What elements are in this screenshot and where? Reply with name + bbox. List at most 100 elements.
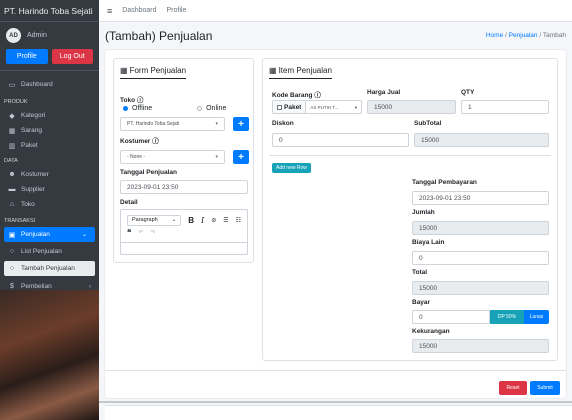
jumlah-label: Jumlah — [412, 209, 435, 216]
paragraph-label: Paragraph — [132, 217, 158, 223]
kode-barang-group: Paket AS PUTIH T... ▾ — [272, 100, 362, 114]
paket-checkbox[interactable]: Paket — [273, 101, 307, 113]
brand-title[interactable]: PT. Harindo Toba Sejati — [0, 0, 99, 22]
radio-dot — [123, 106, 128, 111]
add-kostumer-button[interactable]: + — [233, 150, 249, 164]
toko-radio-group: Offline Online — [123, 105, 226, 112]
row-divider — [269, 155, 551, 156]
dp-50-button[interactable]: DP 50% — [490, 310, 524, 324]
editor-content-area[interactable] — [121, 243, 247, 261]
biaya-lain-input[interactable]: 0 — [412, 251, 549, 265]
add-new-row-button[interactable]: Add new Row — [272, 163, 311, 173]
help-icon: ⓘ — [314, 92, 321, 99]
toko-label: Toko ⓘ — [120, 94, 143, 104]
bayar-input[interactable]: 0 — [412, 310, 490, 324]
sidebar-item-tambah-penjualan[interactable]: ○ Tambah Penjualan — [4, 261, 95, 276]
kekurangan-input[interactable]: 15000 — [412, 339, 549, 353]
kostumer-select[interactable]: - None - ▾ — [120, 150, 225, 164]
italic-icon[interactable]: I — [201, 216, 204, 225]
sidebar-item-supplier[interactable]: ▬ Supplier — [0, 182, 99, 197]
sidebar-item-label: Supplier — [21, 186, 45, 193]
kode-barang-select[interactable]: AS PUTIH T... ▾ — [306, 105, 361, 110]
tanggal-penjualan-input[interactable]: 2023-09-01 23:50 — [120, 180, 248, 194]
sidebar-item-label: Dashboard — [21, 81, 53, 88]
profile-button[interactable]: Profile — [6, 49, 48, 64]
card-footer-divider — [105, 370, 566, 371]
sidebar-item-list-penjualan[interactable]: ○ List Penjualan — [0, 244, 99, 259]
qty-input[interactable]: 1 — [461, 100, 549, 114]
chevron-down-icon: ⌄ — [81, 232, 87, 238]
breadcrumb-home[interactable]: Home — [486, 32, 503, 39]
sidebar: PT. Harindo Toba Sejati AD Admin Profile… — [0, 0, 99, 420]
tanggal-pembayaran-label: Tanggal Pembayaran — [412, 179, 477, 186]
table-icon: ▦ — [269, 66, 277, 75]
sidebar-item-label: List Penjualan — [21, 248, 62, 255]
toolbar-row: Paragraph ⌄ B I ⊘ ☰ ☷ — [127, 214, 241, 226]
sidebar-item-kostumer[interactable]: ☻ Kostumer — [0, 167, 99, 182]
undo-icon[interactable]: ↶ — [138, 229, 143, 236]
subtotal-input[interactable]: 15000 — [414, 133, 549, 147]
users-icon: ☻ — [8, 171, 16, 178]
harga-jual-input[interactable]: 15000 — [367, 100, 456, 114]
checkbox-box — [277, 104, 282, 110]
form-card-title: ▦ Form Penjualan — [120, 66, 187, 79]
total-input[interactable]: 15000 — [412, 281, 549, 295]
sidebar-divider — [0, 70, 99, 71]
submit-button[interactable]: Submit — [530, 381, 560, 395]
sidebar-item-kategori[interactable]: ◆ Kategori — [0, 108, 99, 123]
store-icon: ⌂ — [9, 201, 15, 208]
sidebar-item-sarang[interactable]: ▦ Sarang — [0, 123, 99, 138]
add-toko-button[interactable]: + — [233, 117, 249, 131]
detail-editor: Paragraph ⌄ B I ⊘ ☰ ☷ ❝ ↶ ↷ — [120, 209, 248, 255]
subtotal-label: SubTotal — [414, 120, 442, 127]
sidebar-item-label: Kostumer — [21, 171, 49, 178]
editor-toolbar: Paragraph ⌄ B I ⊘ ☰ ☷ ❝ ↶ ↷ — [121, 210, 247, 243]
redo-icon[interactable]: ↷ — [150, 229, 155, 236]
select-value: AS PUTIH T... — [310, 104, 339, 110]
lunas-button[interactable]: Lunas — [524, 310, 549, 324]
sidebar-item-paket[interactable]: ▥ Paket — [0, 138, 99, 153]
sidebar-item-penjualan[interactable]: ▣ Penjualan ⌄ — [4, 227, 95, 242]
page-title: (Tambah) Penjualan — [105, 29, 213, 43]
kode-barang-label: Kode Barang ⓘ — [272, 89, 321, 99]
avatar: AD — [6, 28, 21, 43]
hamburger-menu-icon[interactable]: ≡ — [107, 6, 112, 16]
nav-header-data: DATA — [4, 158, 18, 164]
quote-icon[interactable]: ❝ — [127, 228, 131, 237]
help-icon: ⓘ — [152, 138, 159, 145]
toko-select[interactable]: PT. Harindo Toba Sejati ▾ — [120, 117, 225, 131]
link-icon[interactable]: ⊘ — [211, 217, 216, 224]
kostumer-label: Kostumer ⓘ — [120, 135, 159, 145]
help-icon: ⓘ — [136, 97, 144, 104]
item-penjualan-card: ▦ Item Penjualan Kode Barang ⓘ Harga Jua… — [262, 58, 558, 361]
box-icon: ▥ — [8, 142, 16, 150]
sidebar-item-toko[interactable]: ⌂ Toko — [0, 197, 99, 212]
form-penjualan-card: ▦ Form Penjualan Toko ⓘ Offline Online P… — [113, 58, 254, 263]
dollar-icon: $ — [10, 283, 14, 290]
breadcrumb-penjualan[interactable]: Penjualan — [509, 32, 538, 39]
bayar-label: Bayar — [412, 299, 431, 306]
toko-label-text: Toko — [120, 97, 136, 104]
topnav-dashboard-link[interactable]: Dashboard — [122, 7, 156, 14]
radio-label: Online — [206, 105, 227, 112]
chevron-left-icon: ‹ — [89, 283, 91, 290]
chevron-down-icon: ▾ — [215, 154, 218, 160]
radio-online[interactable]: Online — [197, 105, 226, 112]
jumlah-input[interactable]: 15000 — [412, 221, 549, 235]
topnav-profile-link[interactable]: Profile — [167, 7, 187, 14]
tanggal-pembayaran-input[interactable]: 2023-09-01 23:50 — [412, 191, 549, 205]
diskon-input[interactable]: 0 — [272, 133, 409, 147]
sidebar-item-dashboard[interactable]: ▭ Dashboard — [0, 77, 99, 92]
chevron-down-icon: ⌄ — [171, 217, 177, 223]
reset-button[interactable]: Reset — [499, 381, 527, 395]
total-label: Total — [412, 269, 428, 276]
radio-offline[interactable]: Offline — [123, 105, 152, 112]
bold-icon[interactable]: B — [188, 216, 194, 225]
paragraph-select[interactable]: Paragraph ⌄ — [127, 214, 182, 226]
sidebar-item-label: Penjualan — [21, 231, 50, 238]
sidebar-item-pembelian[interactable]: $ Pembelian ‹ — [0, 279, 99, 294]
bullet-list-icon[interactable]: ☰ — [223, 217, 228, 224]
grid-icon: ▦ — [8, 127, 16, 135]
logout-button[interactable]: Log Out — [51, 49, 93, 64]
numbered-list-icon[interactable]: ☷ — [236, 217, 241, 224]
